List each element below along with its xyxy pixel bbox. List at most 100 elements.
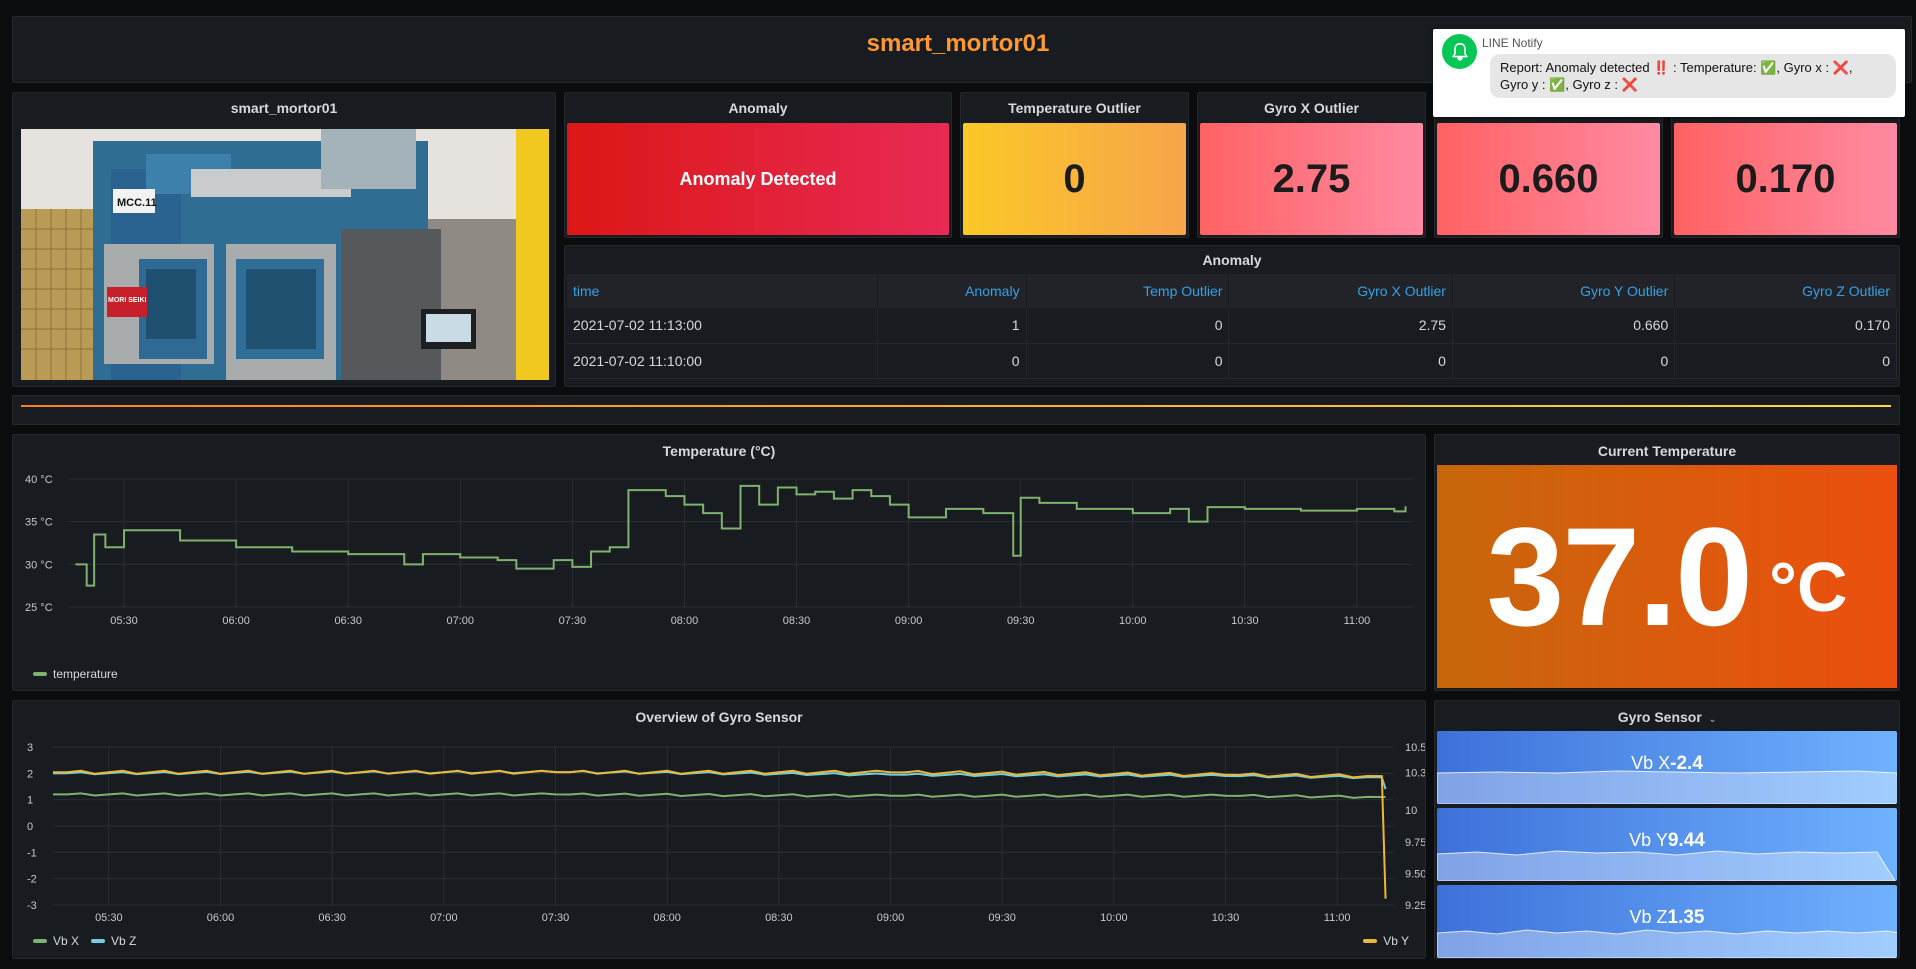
gyro-y-right-tick-label: 9.25: [1405, 900, 1425, 912]
chevron-down-icon[interactable]: ⌄: [1709, 714, 1717, 724]
gradient-divider: [21, 405, 1891, 407]
temperature-outlier-panel: Temperature Outlier 0: [960, 92, 1189, 238]
gyro-x-tick-label: 10:30: [1212, 912, 1240, 924]
gyro-x-tick-label: 11:00: [1324, 912, 1351, 924]
gyro-y-left-tick-label: 2: [27, 768, 33, 780]
gyro-overview-title: Overview of Gyro Sensor: [635, 709, 803, 725]
temperature-series-line: [75, 484, 1407, 587]
table-cell: 0: [1452, 343, 1676, 379]
column-header-temp-outlier[interactable]: Temp Outlier: [1026, 274, 1230, 308]
vb-z-legend-label: Vb Z: [111, 934, 137, 948]
temperature-chart[interactable]: 40 °C 35 °C 30 °C 25 °C 05:30 06:00 06:30 07:00…: [13, 465, 1425, 680]
temp-x-tick-label: 11:00: [1344, 615, 1371, 627]
gyro-y-left-tick-label: 3: [27, 742, 33, 754]
temp-y-tick-label: 30 °C: [25, 559, 53, 571]
vb-y-legend-label: Vb Y: [1383, 934, 1409, 948]
table-cell: 1: [877, 308, 1027, 344]
gyro-legend-right[interactable]: Vb Y: [1363, 934, 1409, 948]
table-cell: 0: [1674, 343, 1897, 379]
gyro-y-left-tick-label: -3: [27, 900, 37, 912]
gyro-overview-chart[interactable]: 3210-1-2-310.510.3109.759.509.2505:30 06:…: [13, 731, 1425, 949]
temp-x-tick-label: 06:00: [222, 615, 250, 627]
anomaly-table-title: Anomaly: [1202, 252, 1262, 268]
table-cell: 2021-07-02 11:10:00: [567, 343, 879, 379]
table-cell: 0.660: [1452, 308, 1676, 344]
current-temperature-tile: 37.0 °C: [1437, 465, 1897, 688]
gyro-x-tick-label: 09:00: [877, 912, 905, 924]
temperature-chart-title: Temperature (°C): [662, 443, 776, 459]
gyro-x-outlier-panel: Gyro X Outlier 2.75: [1197, 92, 1426, 238]
column-header-time[interactable]: time: [567, 274, 879, 308]
gyro-sensor-title-wrap[interactable]: Gyro Sensor ⌄: [1435, 709, 1899, 725]
gyro-tile-vb-x: Vb X-2.4: [1437, 731, 1897, 804]
anomaly-stat-panel: Anomaly Anomaly Detected: [564, 92, 952, 238]
gyro-tile-vb-y-value: 9.44: [1667, 830, 1705, 851]
temp-x-tick-label: 05:30: [110, 615, 138, 627]
table-cell: 0: [877, 343, 1027, 379]
vb-x-legend-label: Vb X: [53, 934, 80, 948]
temp-x-tick-label: 07:30: [559, 615, 587, 627]
gyro-y-right-tick-label: 9.75: [1405, 837, 1425, 849]
photo-panel: smart_mortor01 MCC.11 MORI SEIKI: [12, 92, 556, 387]
anomaly-stat-title: Anomaly: [728, 100, 788, 116]
gyro-tile-vb-z-prefix: Vb Z: [1629, 907, 1668, 927]
anomaly-table: time Anomaly Temp Outlier Gyro X Outlier…: [567, 274, 1897, 379]
temp-x-tick-label: 07:00: [447, 615, 475, 627]
line-notify-avatar: [1442, 34, 1477, 69]
gyro-x-tick-label: 06:00: [207, 912, 235, 924]
divider-panel: [12, 395, 1900, 425]
vb-z-legend-swatch: [91, 939, 106, 943]
gyro-series-vb-y: [53, 769, 1387, 899]
gyro-tile-vb-x-prefix: Vb X: [1631, 753, 1671, 773]
gyro-tile-vb-x-value: -2.4: [1670, 753, 1703, 774]
line-notify-app-name: LINE Notify: [1482, 36, 1543, 50]
column-header-anomaly[interactable]: Anomaly: [877, 274, 1027, 308]
temperature-chart-panel: Temperature (°C) 40 °C 35 °C 30 °C 25 °C 05:…: [12, 434, 1426, 691]
gyro-x-tick-label: 10:00: [1100, 912, 1128, 924]
bell-icon: [1451, 42, 1468, 61]
temp-x-tick-label: 09:30: [1007, 615, 1035, 627]
line-notify-bubble: Report: Anomaly detected ‼️ : Temperatur…: [1490, 54, 1896, 98]
temp-y-tick-label: 40 °C: [25, 474, 53, 486]
gyro-y-right-tick-label: 9.50: [1405, 868, 1425, 880]
anomaly-stat-value: Anomaly Detected: [567, 123, 949, 235]
gyro-sensor-panel: Gyro Sensor ⌄ Vb X-2.4 Vb Y9.44 Vb Z1.35: [1434, 700, 1900, 959]
gyro-z-outlier-value: 0.170: [1674, 123, 1897, 235]
temperature-legend[interactable]: temperature: [33, 667, 118, 681]
gyro-y-left-tick-label: -2: [27, 874, 37, 886]
gyro-y-left-tick-label: -1: [27, 847, 37, 859]
gyro-overview-panel: Overview of Gyro Sensor 3 2 1 0 -1 -2 -3 10.5 10…: [12, 700, 1426, 959]
column-header-gyro-x-outlier[interactable]: Gyro X Outlier: [1228, 274, 1453, 308]
table-cell: 0.170: [1674, 308, 1897, 344]
temp-y-tick-label: 35 °C: [25, 517, 53, 529]
gyro-y-left-tick-label: 1: [27, 795, 33, 807]
gyro-y-right-tick-label: 10.5: [1405, 742, 1425, 754]
column-header-gyro-z-outlier[interactable]: Gyro Z Outlier: [1674, 274, 1897, 308]
gyro-x-tick-label: 07:00: [430, 912, 458, 924]
gyro-x-tick-label: 06:30: [318, 912, 346, 924]
temperature-outlier-title: Temperature Outlier: [1008, 100, 1141, 116]
machine-photo: MCC.11 MORI SEIKI: [21, 129, 549, 380]
temp-x-tick-label: 08:00: [671, 615, 699, 627]
column-header-gyro-y-outlier[interactable]: Gyro Y Outlier: [1452, 274, 1676, 308]
gyro-tile-vb-y-prefix: Vb Y: [1629, 830, 1668, 850]
table-row: 2021-07-02 11:13:00 1 0 2.75 0.660 0.170: [567, 308, 1897, 344]
temp-x-tick-label: 10:30: [1231, 615, 1259, 627]
gyro-legend-left[interactable]: Vb X Vb Z: [33, 934, 136, 948]
gyro-x-tick-label: 09:30: [988, 912, 1016, 924]
gyro-tile-vb-z-value: 1.35: [1667, 907, 1705, 928]
gyro-x-tick-label: 05:30: [95, 912, 123, 924]
temperature-legend-swatch: [33, 672, 47, 676]
temp-x-tick-label: 08:30: [783, 615, 811, 627]
table-cell: 2.75: [1228, 308, 1453, 344]
gyro-series-vb-x: [53, 792, 1386, 799]
vb-x-legend-swatch: [33, 939, 47, 943]
line-notify-popup[interactable]: LINE Notify Report: Anomaly detected ‼️ …: [1433, 29, 1905, 117]
temperature-legend-label: temperature: [53, 667, 118, 681]
table-cell: 0: [1026, 308, 1230, 344]
line-notify-message-line1: Report: Anomaly detected ‼️ : Temperatur…: [1500, 60, 1853, 75]
gyro-tile-vb-y: Vb Y9.44: [1437, 808, 1897, 881]
line-notify-message-line2: Gyro y : ✅, Gyro z : ❌: [1500, 77, 1638, 92]
gyro-sensor-title: Gyro Sensor: [1617, 709, 1702, 725]
gyro-y-outlier-value: 0.660: [1437, 123, 1660, 235]
